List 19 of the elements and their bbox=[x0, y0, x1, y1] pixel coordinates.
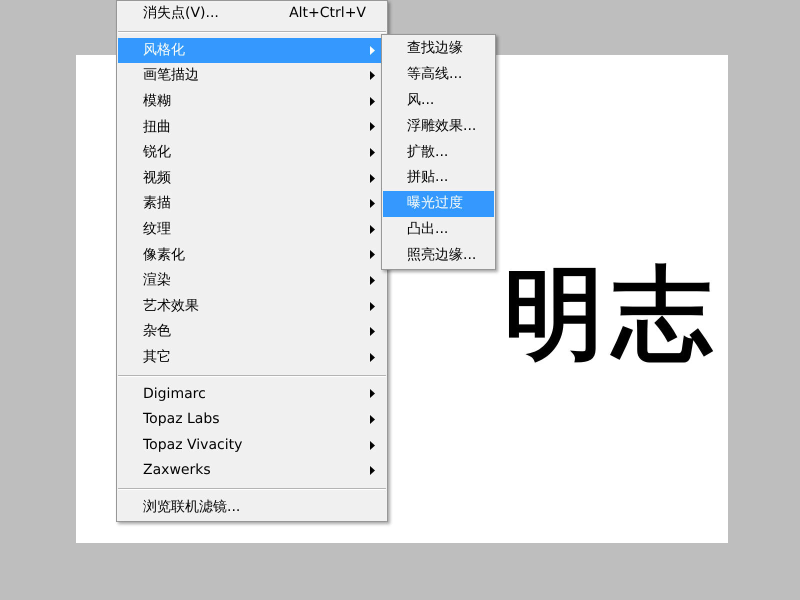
menu-item[interactable]: 艺术效果 bbox=[118, 294, 386, 320]
submenu-item[interactable]: 扩散... bbox=[383, 139, 494, 165]
menu-item[interactable]: 杂色 bbox=[118, 319, 386, 345]
menu-item[interactable]: Topaz Vivacity bbox=[118, 432, 386, 458]
canvas-text: 明志 bbox=[504, 263, 720, 363]
submenu-item[interactable]: 凸出... bbox=[383, 216, 494, 242]
submenu-item[interactable]: 浮雕效果... bbox=[383, 113, 494, 140]
menu-item[interactable]: Zaxwerks bbox=[118, 458, 386, 484]
menu-item[interactable]: Topaz Labs bbox=[118, 406, 386, 432]
submenu-item[interactable]: 照亮边缘... bbox=[383, 242, 494, 268]
submenu-item[interactable]: 等高线... bbox=[383, 62, 494, 88]
submenu-item[interactable]: 拼贴... bbox=[383, 164, 494, 191]
submenu-item[interactable]: 查找边缘 bbox=[383, 36, 494, 62]
menu-item[interactable]: 其它 bbox=[118, 344, 386, 370]
menu-item[interactable]: 浏览联机滤镜... bbox=[118, 494, 386, 520]
menu-item[interactable]: Digimarc bbox=[118, 381, 386, 407]
submenu-item[interactable]: 风... bbox=[383, 88, 494, 114]
menu-item[interactable]: 消失点(V)... Alt+Ctrl+V bbox=[118, 1, 386, 27]
menu-item[interactable]: 渲染 bbox=[118, 268, 386, 294]
